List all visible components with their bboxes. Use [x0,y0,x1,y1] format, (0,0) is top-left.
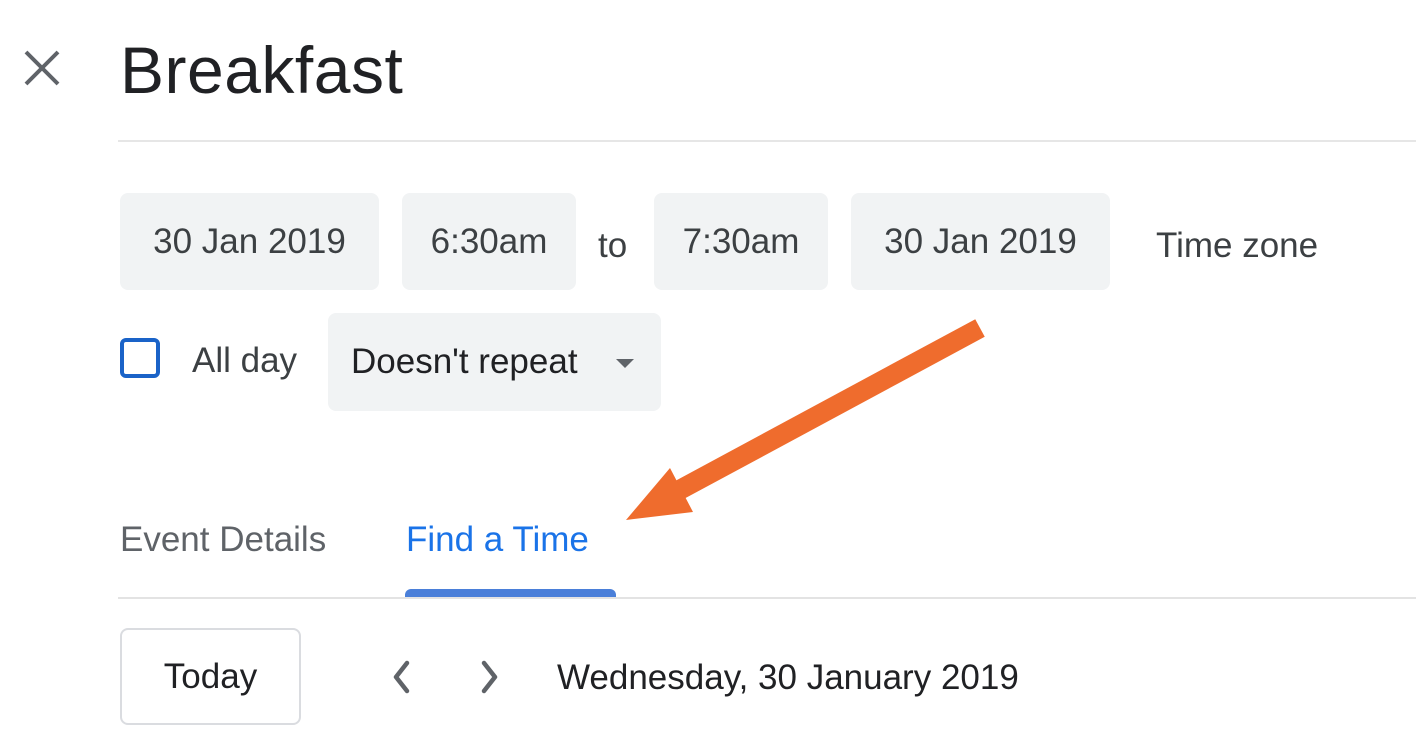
tab-find-a-time[interactable]: Find a Time [406,518,589,562]
end-time-field[interactable]: 7:30am [654,193,828,290]
current-date-heading: Wednesday, 30 January 2019 [557,658,1019,697]
start-date-field[interactable]: 30 Jan 2019 [120,193,379,290]
chevron-right-icon [481,660,498,694]
chevron-left-icon [393,660,410,694]
start-time-field[interactable]: 6:30am [402,193,576,290]
active-tab-indicator [405,589,616,597]
all-day-checkbox[interactable] [120,338,160,378]
today-button[interactable]: Today [120,628,301,725]
close-icon [24,50,60,86]
to-label: to [598,226,628,265]
annotation-arrow-head [626,468,693,520]
next-day-button[interactable] [462,650,516,704]
repeat-select[interactable]: Doesn't repeat [328,313,661,411]
tab-event-details[interactable]: Event Details [120,518,326,562]
annotation-arrow-shaft [667,319,985,503]
title-divider [118,140,1416,142]
event-title[interactable]: Breakfast [120,30,403,110]
time-zone-button[interactable]: Time zone [1156,226,1318,266]
all-day-label: All day [192,341,298,380]
caret-down-icon [616,359,634,368]
previous-day-button[interactable] [375,650,429,704]
close-button[interactable] [18,44,66,92]
end-date-field[interactable]: 30 Jan 2019 [851,193,1110,290]
tabs-divider [118,597,1416,599]
repeat-value: Doesn't repeat [351,342,578,381]
